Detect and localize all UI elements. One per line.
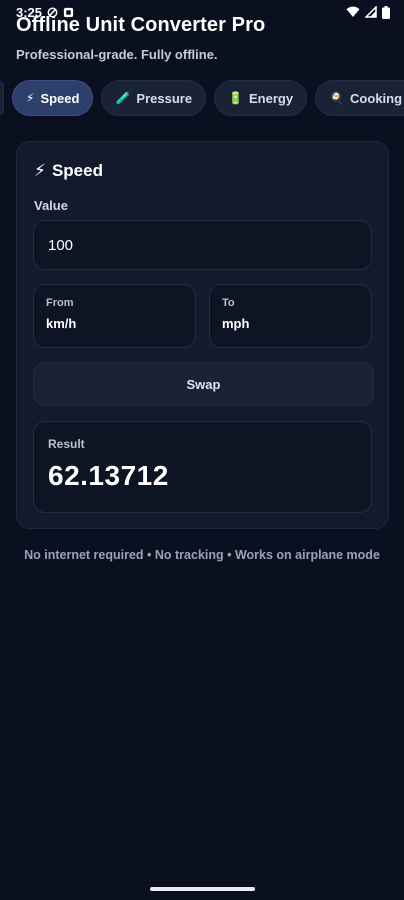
wifi-icon: [346, 6, 360, 18]
battery-tab-icon: 🔋: [228, 91, 244, 105]
footer-note: No internet required • No tracking • Wor…: [24, 548, 380, 562]
value-input[interactable]: [33, 220, 372, 270]
tab-label: Cooking Un: [350, 90, 404, 106]
category-tabs: ⚡ Speed 🧪 Pressure 🔋 Energy 🍳 Cooking Un: [0, 80, 404, 116]
tab-cooking-units[interactable]: 🍳 Cooking Un: [315, 80, 404, 116]
cooking-icon: 🍳: [329, 91, 345, 105]
lightning-icon: ⚡: [26, 91, 35, 105]
to-unit-value: mph: [222, 316, 250, 331]
tab-label: Speed: [40, 90, 80, 106]
tab-energy[interactable]: 🔋 Energy: [214, 80, 308, 116]
from-label: From: [46, 297, 74, 309]
converter-title-text: Speed: [51, 161, 103, 180]
do-not-disturb-icon: [47, 7, 58, 18]
from-unit-value: km/h: [46, 316, 77, 331]
notification-icon: [63, 7, 74, 18]
tab-label: Pressure: [136, 90, 193, 106]
tab-previous-partial[interactable]: [0, 80, 4, 116]
tab-pressure[interactable]: 🧪 Pressure: [101, 80, 207, 116]
battery-icon: [382, 5, 390, 19]
status-time: 3:25: [16, 4, 43, 20]
result-label: Result: [48, 437, 85, 451]
result-value: 62.13712: [48, 460, 169, 491]
to-unit-selector[interactable]: To mph: [209, 284, 372, 348]
tab-label: Energy: [249, 90, 294, 106]
tab-speed[interactable]: ⚡ Speed: [12, 80, 94, 116]
status-left: 3:25: [16, 5, 74, 20]
to-label: To: [222, 297, 235, 309]
result-panel: Result 62.13712: [33, 421, 372, 513]
home-indicator[interactable]: [150, 887, 255, 891]
converter-card: ⚡ Speed Value From km/h To mph Swap Resu…: [16, 141, 389, 529]
from-unit-selector[interactable]: From km/h: [33, 284, 196, 348]
lightning-icon: ⚡: [34, 161, 46, 180]
app-subtitle: Professional-grade. Fully offline.: [16, 47, 218, 62]
status-right: [346, 5, 390, 19]
signal-icon: [365, 6, 377, 18]
app-screen: 3:25 Offline Unit Converter Pro Professi…: [0, 0, 404, 900]
value-label: Value: [34, 198, 68, 213]
converter-title: ⚡ Speed: [34, 161, 103, 181]
swap-button[interactable]: Swap: [33, 362, 374, 406]
test-tube-icon: 🧪: [115, 91, 131, 105]
status-bar: 3:25: [0, 0, 404, 24]
